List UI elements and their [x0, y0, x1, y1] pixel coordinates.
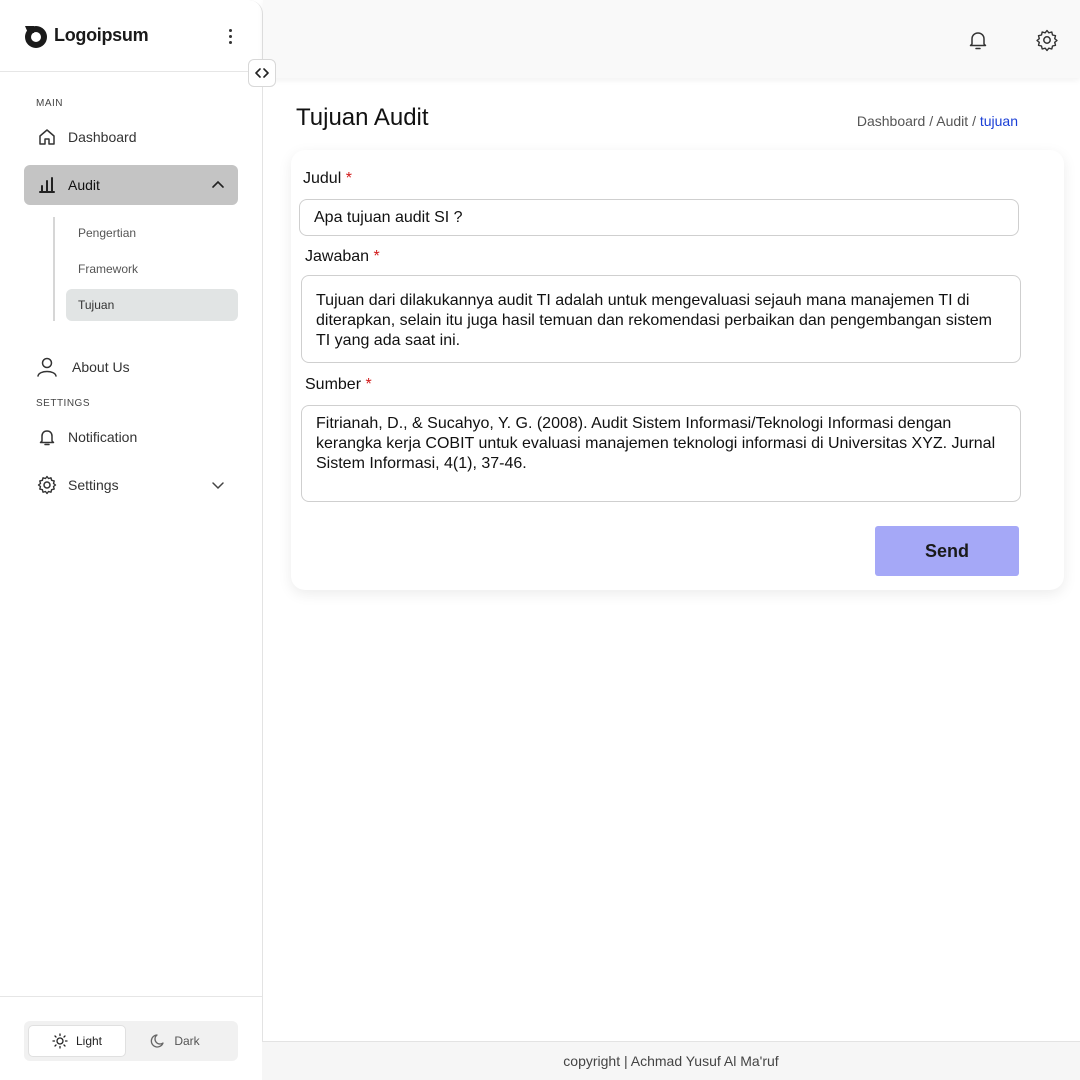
breadcrumb-audit[interactable]: Audit	[936, 113, 968, 129]
sidebar-item-audit[interactable]: Audit	[24, 165, 238, 205]
gear-icon[interactable]	[1035, 28, 1059, 52]
sidebar-item-label: Dashboard	[68, 129, 137, 145]
footer: copyright | Achmad Yusuf Al Ma'ruf	[262, 1041, 1080, 1080]
chevron-down-icon	[212, 482, 224, 490]
sidebar-header: Logoipsum	[0, 0, 262, 72]
required-marker: *	[345, 170, 352, 187]
sidebar-collapse-toggle[interactable]	[248, 59, 276, 87]
sidebar-item-notification[interactable]: Notification	[24, 417, 238, 457]
jawaban-textarea[interactable]: Tujuan dari dilakukannya audit TI adalah…	[301, 275, 1021, 363]
sidebar-item-label: Notification	[68, 429, 138, 445]
jawaban-label: Jawaban *	[305, 248, 380, 266]
sidebar-subitem-tujuan[interactable]: Tujuan	[66, 289, 238, 321]
more-options-icon[interactable]	[224, 24, 236, 48]
logo[interactable]: Logoipsum	[24, 24, 149, 48]
bell-icon[interactable]	[966, 28, 990, 52]
judul-label: Judul *	[303, 170, 352, 188]
breadcrumb-separator: /	[972, 113, 976, 129]
required-marker: *	[373, 248, 380, 265]
sidebar-subitem-framework[interactable]: Framework	[66, 253, 238, 285]
breadcrumb-dashboard[interactable]: Dashboard	[857, 113, 926, 129]
theme-light-button[interactable]: Light	[28, 1025, 126, 1057]
chevron-up-icon	[212, 180, 224, 188]
judul-input[interactable]	[299, 199, 1019, 236]
send-button[interactable]: Send	[875, 526, 1019, 576]
sidebar-footer-divider	[0, 996, 262, 997]
theme-dark-label: Dark	[174, 1034, 200, 1048]
code-brackets-icon	[255, 68, 269, 78]
page-title: Tujuan Audit	[296, 104, 429, 131]
judul-label-text: Judul	[303, 170, 342, 187]
sumber-label: Sumber *	[305, 376, 372, 394]
sidebar-item-settings[interactable]: Settings	[24, 465, 238, 505]
gear-icon	[36, 474, 58, 496]
brand-name: Logoipsum	[54, 25, 149, 45]
sidebar-item-label: Settings	[68, 477, 119, 493]
moon-icon	[151, 1034, 164, 1048]
section-label-settings: SETTINGS	[36, 398, 91, 409]
breadcrumb-current: tujuan	[979, 113, 1018, 129]
sidebar-item-label: About Us	[72, 359, 130, 375]
theme-dark-button[interactable]: Dark	[126, 1025, 224, 1057]
sumber-textarea[interactable]: Fitrianah, D., & Sucahyo, Y. G. (2008). …	[301, 405, 1021, 502]
sidebar: Logoipsum MAIN Dashboard Audit Pengertia…	[0, 0, 276, 1080]
theme-light-label: Light	[75, 1034, 103, 1048]
sidebar-item-dashboard[interactable]: Dashboard	[24, 117, 238, 157]
home-icon	[36, 126, 58, 148]
sumber-label-text: Sumber	[305, 376, 362, 393]
logo-icon	[25, 25, 47, 48]
sidebar-item-about-us[interactable]: About Us	[24, 347, 238, 387]
submenu-line	[53, 217, 55, 321]
breadcrumb: Dashboard / Audit / tujuan	[857, 113, 1018, 129]
sun-icon	[52, 1033, 68, 1049]
top-bar	[263, 0, 1080, 78]
required-marker: *	[365, 376, 372, 393]
jawaban-label-text: Jawaban	[305, 248, 370, 265]
footer-copyright: copyright | Achmad Yusuf Al Ma'ruf	[563, 1053, 779, 1069]
sidebar-item-label: Audit	[68, 177, 100, 193]
bell-icon	[36, 426, 58, 448]
section-label-main: MAIN	[36, 98, 63, 109]
breadcrumb-separator: /	[929, 113, 934, 129]
user-icon	[36, 356, 58, 378]
bar-chart-icon	[36, 174, 58, 196]
sidebar-subitem-pengertian[interactable]: Pengertian	[66, 217, 238, 249]
theme-switch: Light Dark	[24, 1021, 238, 1061]
